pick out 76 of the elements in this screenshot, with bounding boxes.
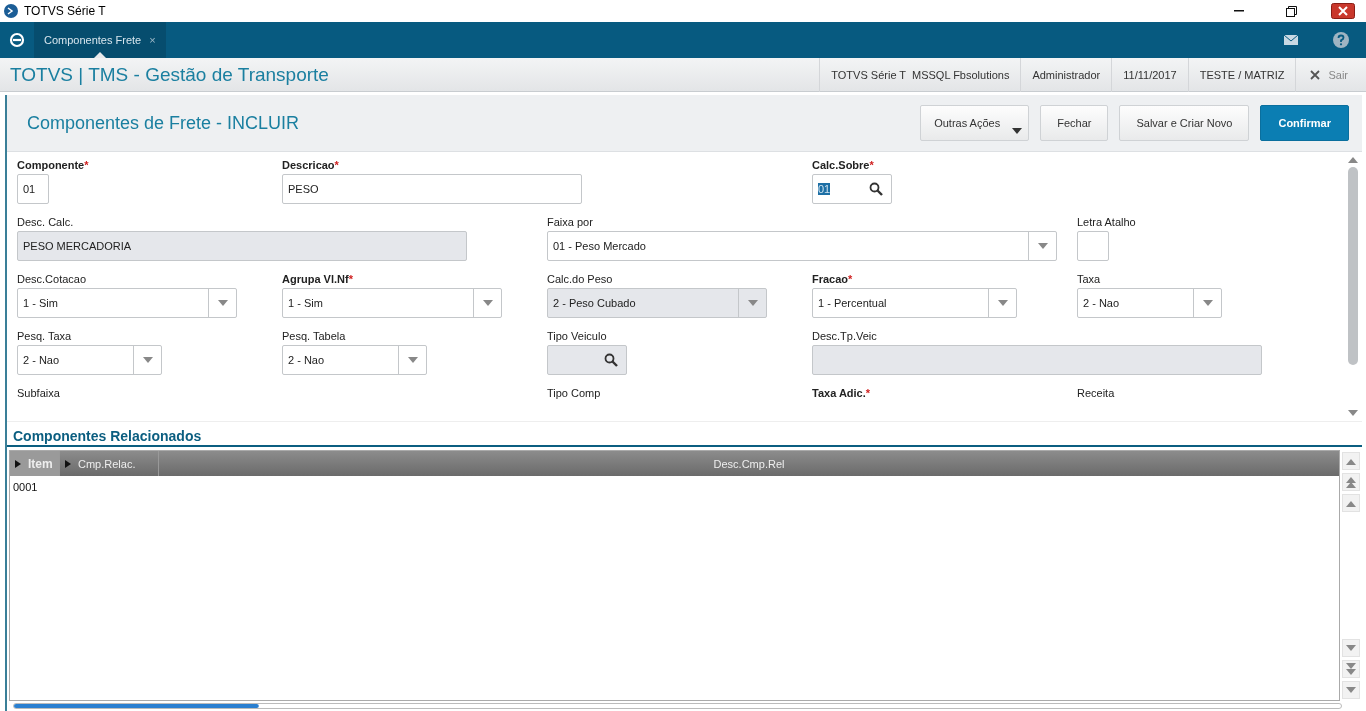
caret-icon[interactable] bbox=[407, 356, 418, 364]
dropdown-field[interactable]: 1 - Sim bbox=[282, 288, 502, 318]
scroll-down-icon[interactable] bbox=[1346, 644, 1356, 652]
field-label: Desc.Cotacao bbox=[17, 272, 88, 286]
field-label: Componente* bbox=[17, 158, 90, 172]
input-field[interactable]: 01 bbox=[17, 174, 49, 204]
field-label: Faixa por bbox=[547, 215, 594, 229]
field-label: Tipo Veiculo bbox=[547, 329, 608, 343]
page-title: Componentes de Frete - INCLUIR bbox=[27, 112, 301, 134]
dropdown-field[interactable]: 2 - Nao bbox=[17, 345, 162, 375]
lookup-field[interactable]: 01 bbox=[812, 174, 892, 204]
selected-text: 01 bbox=[818, 183, 831, 195]
caret-icon bbox=[64, 459, 72, 468]
restore-icon[interactable] bbox=[1285, 5, 1297, 17]
field-label: Agrupa Vl.Nf* bbox=[282, 272, 354, 286]
field-label: Desc. Calc. bbox=[17, 215, 75, 229]
dropdown-field[interactable]: 01 - Peso Mercado bbox=[547, 231, 1057, 261]
field-label: Tipo Comp bbox=[547, 386, 602, 400]
mail-icon[interactable] bbox=[1284, 35, 1298, 45]
field-label: Descricao* bbox=[282, 158, 340, 172]
caret-icon bbox=[14, 459, 22, 468]
header-info: TESTE / MATRIZ bbox=[1187, 57, 1296, 92]
scroll-down-icon[interactable] bbox=[1348, 410, 1358, 417]
caret-icon bbox=[1012, 128, 1023, 134]
confirm-button[interactable]: Confirmar bbox=[1260, 105, 1349, 141]
window-title: TOTVS Série T bbox=[24, 4, 107, 18]
scroll-up-icon[interactable] bbox=[1348, 156, 1358, 163]
action-button[interactable]: Fechar bbox=[1040, 105, 1109, 141]
caret-icon[interactable] bbox=[1037, 242, 1048, 250]
field-label: Letra Atalho bbox=[1077, 215, 1137, 229]
field-label: Subfaixa bbox=[17, 386, 61, 400]
field-label: Desc.Tp.Veic bbox=[812, 329, 878, 343]
scroll-up-icon[interactable] bbox=[1346, 499, 1356, 507]
scroll-bottom-icon[interactable] bbox=[1346, 686, 1356, 694]
field-label: Calc.do Peso bbox=[547, 272, 614, 286]
minimize-icon[interactable] bbox=[1234, 10, 1244, 12]
app-logo-icon bbox=[4, 4, 18, 18]
caret-icon[interactable] bbox=[217, 299, 228, 307]
close-icon[interactable] bbox=[1310, 69, 1321, 80]
input-field[interactable] bbox=[1077, 231, 1109, 261]
column-header[interactable]: Cmp.Relac. bbox=[60, 451, 159, 476]
field-label: Pesq. Taxa bbox=[17, 329, 73, 343]
caret-icon[interactable] bbox=[997, 299, 1008, 307]
table-cell-text: 0001 bbox=[12, 481, 39, 493]
header-info: TOTVS Série T MSSQL Fbsolutions bbox=[819, 57, 1021, 92]
menu-button[interactable]: Outras Ações bbox=[920, 105, 1030, 141]
tab[interactable]: Componentes Frete × bbox=[34, 22, 166, 58]
dropdown-field[interactable]: 2 - Nao bbox=[1077, 288, 1222, 318]
field-label: Taxa bbox=[1077, 272, 1102, 286]
page-up-icon[interactable] bbox=[1346, 476, 1356, 488]
help-icon[interactable] bbox=[1333, 32, 1349, 48]
field-label: Pesq. Tabela bbox=[282, 329, 347, 343]
page-down-icon[interactable] bbox=[1346, 663, 1356, 675]
dropdown-field[interactable]: 1 - Sim bbox=[17, 288, 237, 318]
caret-icon[interactable] bbox=[1202, 299, 1213, 307]
caret-icon[interactable] bbox=[482, 299, 493, 307]
scroll-top-icon[interactable] bbox=[1346, 457, 1356, 465]
header-info: Administrador bbox=[1020, 57, 1112, 92]
section-title: Componentes Relacionados bbox=[7, 422, 1362, 447]
home-icon[interactable] bbox=[9, 32, 25, 48]
field-label: Receita bbox=[1077, 386, 1116, 400]
caret-icon[interactable] bbox=[142, 356, 153, 364]
close-icon[interactable] bbox=[1331, 3, 1355, 19]
column-header[interactable]: Desc.Cmp.Rel bbox=[159, 451, 1339, 476]
field-label: Calc.Sobre* bbox=[812, 158, 875, 172]
input-field[interactable]: PESO bbox=[282, 174, 582, 204]
action-button[interactable]: Salvar e Criar Novo bbox=[1119, 105, 1250, 141]
dropdown-field[interactable]: 1 - Percentual bbox=[812, 288, 1017, 318]
horizontal-scrollbar[interactable] bbox=[13, 703, 1342, 709]
app-title: TOTVS | TMS - Gestão de Transporte bbox=[10, 63, 330, 86]
header-info: 11/11/2017 bbox=[1111, 57, 1188, 92]
field-label: Fracao* bbox=[812, 272, 854, 286]
close-icon[interactable]: × bbox=[149, 34, 156, 46]
search-icon[interactable] bbox=[869, 182, 883, 196]
dropdown-field[interactable]: 2 - Nao bbox=[282, 345, 427, 375]
field-label: Taxa Adic.* bbox=[812, 386, 872, 400]
